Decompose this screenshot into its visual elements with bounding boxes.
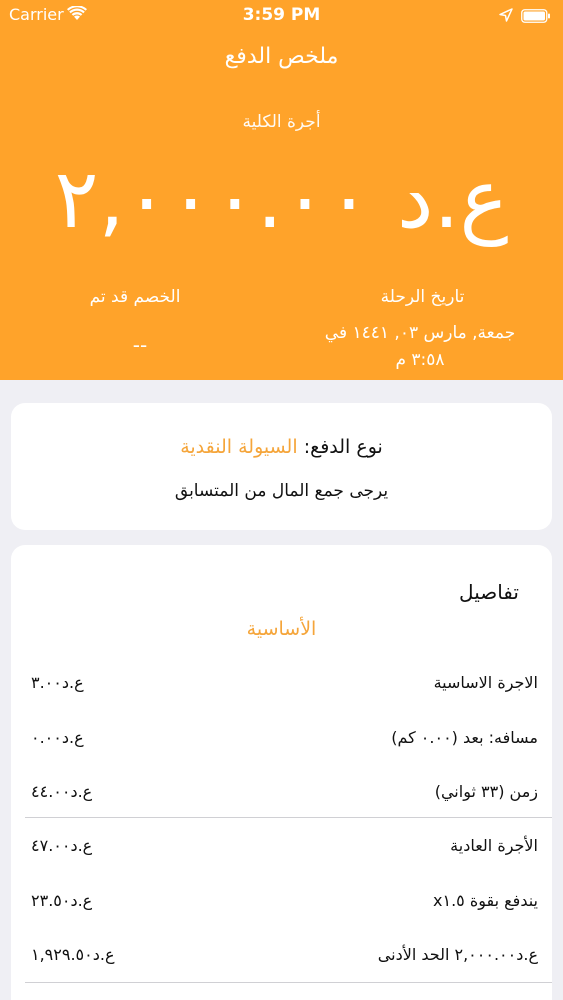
location-arrow-icon xyxy=(499,7,513,27)
fare-row-label: الأجرة العادية xyxy=(450,836,538,855)
status-bar: Carrier 3:59 PM xyxy=(0,0,563,30)
fare-row-value: ع.د٣.٠٠ xyxy=(31,673,84,692)
fare-header: Carrier 3:59 PM ملخص الدفع أجرة الكلية ع… xyxy=(0,0,563,380)
details-title: تفاصيل xyxy=(459,580,519,604)
payment-summary-screen: Carrier 3:59 PM ملخص الدفع أجرة الكلية ع… xyxy=(0,0,563,1000)
payment-method: السيولة النقدية xyxy=(180,436,298,458)
status-time: 3:59 PM xyxy=(242,5,321,25)
trip-date-value: جمعة, مارس ٠٣, ١٤٤١ في ٣:٥٨ م xyxy=(300,320,540,374)
fare-row-surge: يندفع بقوة x١.٥ ع.د٢٣.٥٠ xyxy=(11,891,552,935)
fare-row-label: يندفع بقوة x١.٥ xyxy=(433,891,538,910)
payment-note: يرجى جمع المال من المتسابق xyxy=(174,481,389,501)
divider xyxy=(25,982,552,983)
fare-row-distance: مسافه: بعد (٠.٠٠ كم) ع.د٠.٠٠ xyxy=(11,728,552,772)
trip-time-line: ٣:٥٨ م xyxy=(395,350,445,370)
payment-type-line: نوع الدفع: السيولة النقدية xyxy=(11,436,552,458)
fare-row-value: ع.د٠.٠٠ xyxy=(31,728,84,747)
fare-row-label: زمن (٣٣ ثواني) xyxy=(434,782,538,801)
fare-row-value: ع.د٤٧.٠٠ xyxy=(31,836,93,855)
fare-row-value: ع.د٢٣.٥٠ xyxy=(31,891,93,910)
trip-date-label: تاريخ الرحلة xyxy=(380,287,465,307)
fare-row-time: زمن (٣٣ ثواني) ع.د٤٤.٠٠ xyxy=(11,782,552,826)
page-title: ملخص الدفع xyxy=(224,44,339,69)
trip-date-line: جمعة, مارس ٠٣, ١٤٤١ في xyxy=(324,323,516,343)
fare-row-label: ع.د٢,٠٠٠.٠٠ الحد الأدنى xyxy=(377,945,538,964)
fare-row-label: مسافه: بعد (٠.٠٠ كم) xyxy=(391,728,538,747)
fare-row-regular: الأجرة العادية ع.د٤٧.٠٠ xyxy=(11,836,552,880)
discount-label: الخصم قد تم xyxy=(89,287,181,307)
details-card: تفاصيل الأساسية الاجرة الاساسية ع.د٣.٠٠ … xyxy=(11,545,552,1000)
total-fare-amount: ع.د ٢,٠٠٠.٠٠ xyxy=(54,152,509,247)
fare-row-value: ع.د١,٩٢٩.٥٠ xyxy=(31,945,115,964)
fare-row-label: الاجرة الاساسية xyxy=(433,673,538,692)
fare-row-value: ع.د٤٤.٠٠ xyxy=(31,782,93,801)
discount-value: -- xyxy=(132,333,148,357)
battery-icon xyxy=(521,8,551,28)
payment-type-card: نوع الدفع: السيولة النقدية يرجى جمع الما… xyxy=(11,403,552,530)
divider xyxy=(25,817,552,818)
fare-row-base: الاجرة الاساسية ع.د٣.٠٠ xyxy=(11,673,552,717)
basic-section-title: الأساسية xyxy=(246,618,317,640)
total-fare-label: أجرة الكلية xyxy=(242,112,321,132)
payment-type-label: نوع الدفع: xyxy=(303,436,383,458)
